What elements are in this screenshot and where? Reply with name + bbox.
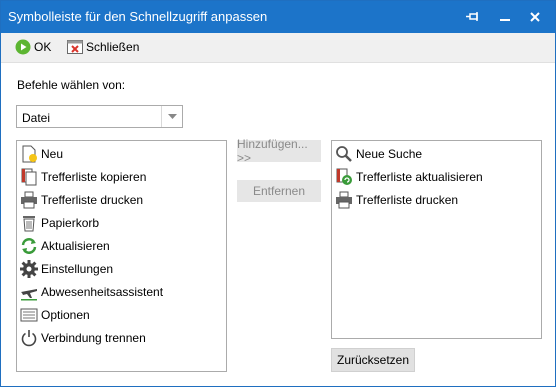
gear-icon [19,259,39,279]
power-icon [19,328,39,348]
commands-source-dropdown[interactable]: Datei [16,105,183,128]
list-item-label: Trefferliste drucken [356,193,459,207]
list-item-label: Einstellungen [41,262,114,276]
list-item-label: Neue Suche [356,147,423,161]
list-item-label: Papierkorb [41,216,100,230]
ok-label: OK [34,40,52,54]
printer-icon [19,190,39,210]
close-icon [530,12,540,22]
play-icon [15,39,31,55]
list-item[interactable]: Optionen [19,304,90,326]
list-item-label: Neu [41,147,64,161]
airplane-icon [19,282,39,302]
list-item[interactable]: Neue Suche [334,143,422,165]
chevron-down-icon [167,114,177,119]
window-title: Symbolleiste für den Schnellzugriff anpa… [8,9,268,24]
pin-button[interactable] [463,7,483,27]
selected-commands-list[interactable]: Neue Suche Trefferliste aktualisieren Tr… [331,140,542,339]
list-item-label: Aktualisieren [41,239,110,253]
list-item-label: Trefferliste kopieren [41,170,147,184]
printer-icon [334,190,354,210]
dropdown-value: Datei [22,111,51,125]
list-item[interactable]: Trefferliste drucken [19,189,143,211]
dropdown-arrow[interactable] [161,106,182,127]
add-button-label: Hinzufügen... >> [237,137,308,165]
minimize-icon [500,19,510,21]
trash-icon [19,213,39,233]
list-item[interactable]: Neu [19,143,63,165]
toolbar: OK Schließen [1,33,555,63]
list-item-label: Trefferliste aktualisieren [356,170,483,184]
list-item[interactable]: Aktualisieren [19,235,110,257]
new-document-icon [19,144,39,164]
dialog-window: Symbolleiste für den Schnellzugriff anpa… [0,0,556,387]
list-item[interactable]: Trefferliste drucken [334,189,458,211]
close-dialog-icon [67,40,83,54]
close-button[interactable]: Schließen [67,38,139,56]
commands-source-label: Befehle wählen von: [17,78,126,92]
pin-icon [466,12,478,21]
list-item-label: Abwesenheitsassistent [41,285,164,299]
list-item[interactable]: Einstellungen [19,258,113,280]
minimize-button[interactable] [495,7,515,27]
refresh-list-icon [334,167,354,187]
add-button[interactable]: Hinzufügen... >> [237,137,321,165]
reset-button-label: Zurücksetzen [336,353,410,367]
remove-button-label: Entfernen [252,184,306,198]
list-item-label: Trefferliste drucken [41,193,144,207]
refresh-icon [19,236,39,256]
list-item-label: Verbindung trennen [41,331,146,345]
list-item[interactable]: Trefferliste kopieren [19,166,146,188]
remove-button[interactable]: Entfernen [237,180,321,202]
title-bar[interactable]: Symbolleiste für den Schnellzugriff anpa… [1,1,555,33]
copy-list-icon [19,167,39,187]
list-item[interactable]: Papierkorb [19,212,99,234]
ok-button[interactable]: OK [15,38,51,56]
list-item[interactable]: Trefferliste aktualisieren [334,166,483,188]
options-icon [19,305,39,325]
search-icon [334,144,354,164]
list-item-label: Optionen [41,308,90,322]
list-item[interactable]: Verbindung trennen [19,327,146,349]
close-label: Schließen [86,40,140,54]
reset-button[interactable]: Zurücksetzen [331,348,415,372]
list-item[interactable]: Abwesenheitsassistent [19,281,163,303]
close-window-button[interactable] [525,7,545,27]
available-commands-list[interactable]: Neu Trefferliste kopieren Trefferliste d… [16,140,227,372]
